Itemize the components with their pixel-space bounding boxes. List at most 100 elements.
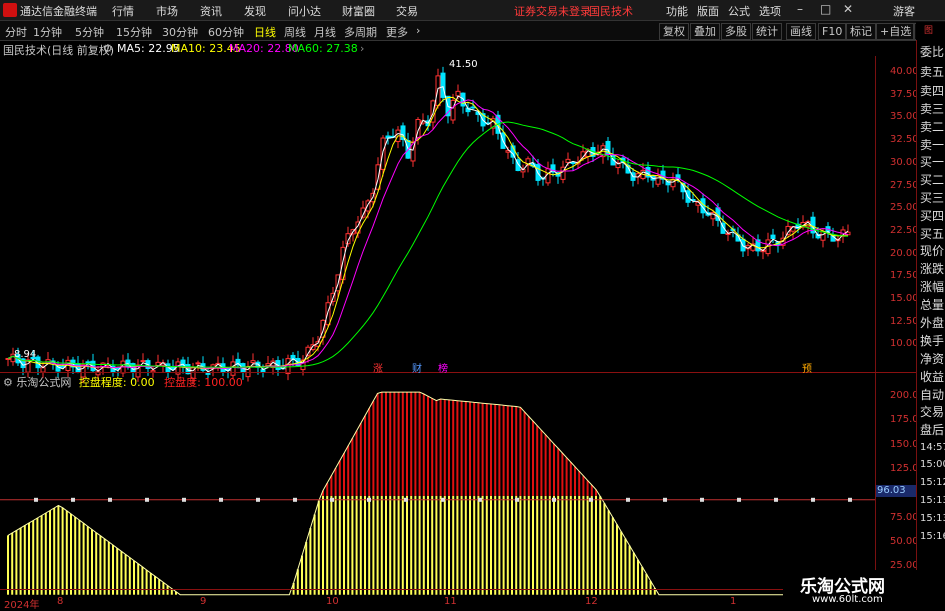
period-weekly[interactable]: 周线 [284,24,306,40]
adjust-button[interactable]: 复权 [659,23,689,40]
minimize-icon[interactable]: – [797,2,803,16]
mark-button[interactable]: 标记 [846,23,876,40]
quote-panel: 委比 卖五 卖四 卖三 卖二 卖一 买一 买二 买三 买四 买五 现价 涨跌 涨幅 总量 外盘 换手 净资 收益 自动… [916,40,945,600]
quote-panel-label: 15:13 [920,513,945,524]
menu-item-layout[interactable]: 版面 [697,3,719,19]
current-stock-name: 国民技术 [589,5,633,18]
period-intraday[interactable]: 分时 [5,24,27,40]
login-warning[interactable]: 证券交易未登录 [514,3,591,19]
draw-button[interactable]: 画线 [786,23,816,40]
menu-bar: 通达信金融终端 行情 市场 资讯 发现 问小达 财富圈 交易 证券交易未登录 国… [0,0,945,21]
quote-panel-label: 外盘 [920,316,945,330]
ma20-line [7,99,849,370]
quote-panel-label: 买四 [920,209,945,223]
quote-panel-label: 卖四 [920,84,945,98]
quote-panel-label: 买一 [920,155,945,169]
event-marker-limitup[interactable]: 涨 [373,360,383,375]
settings-gear-icon[interactable]: ⚙ [103,42,113,55]
date-tick-label: 8 [57,596,64,607]
overlay-button[interactable]: 叠加 [690,23,720,40]
period-60min[interactable]: 60分钟 [208,24,244,40]
candle-body [55,364,61,372]
reference-dot [330,497,334,502]
period-daily[interactable]: 日线 [254,24,276,40]
reference-dot [404,497,408,502]
menu-item-discover[interactable]: 发现 [244,3,266,19]
control-pct-label: 控盘度: 100.00 [164,376,243,389]
period-1min[interactable]: 1分钟 [33,24,62,40]
reference-dot [700,497,704,502]
price-tick-label: 17.50 [890,270,919,282]
menu-item-formula[interactable]: 公式 [728,3,750,19]
quote-panel-label: 委比 [920,45,945,59]
f10-button[interactable]: F10 [818,23,847,40]
menu-item-options[interactable]: 选项 [759,3,781,19]
event-marker-ranking[interactable]: 榜 [438,360,448,375]
period-more[interactable]: 更多 [386,24,408,40]
reference-dot [478,497,482,502]
add-watchlist-button[interactable]: +自选 [876,23,916,40]
period-multi[interactable]: 多周期 [344,24,377,40]
candle-body [450,99,456,121]
period-5min[interactable]: 5分钟 [75,24,104,40]
guest-label[interactable]: 游客 [893,3,915,19]
period-more-chevron-icon[interactable]: › [416,24,420,37]
quote-panel-label[interactable]: 盘后 [920,423,944,437]
quote-panel-label[interactable]: 自动 [920,388,944,402]
quote-panel-label: 总量 [920,298,945,312]
stats-button[interactable]: 统计 [752,23,782,40]
menu-item-ask[interactable]: 问小达 [288,3,321,19]
reference-dot [552,497,556,502]
pane-separator [0,372,916,373]
period-monthly[interactable]: 月线 [314,24,336,40]
menu-item-wealth[interactable]: 财富圈 [342,3,375,19]
menu-item-market[interactable]: 市场 [156,3,178,19]
reference-dot [367,497,371,502]
period-30min[interactable]: 30分钟 [162,24,198,40]
price-tick-label: 37.50 [890,88,919,100]
quote-panel-label: 14:57 [920,442,945,453]
quote-panel-label[interactable]: 交易 [920,405,944,419]
quote-panel-label: 买三 [920,191,945,205]
reference-dot [182,497,186,502]
price-tick-label: 20.00 [890,247,919,259]
quote-panel-label: 15:00 [920,459,945,470]
quote-panel-label: 换手 [920,334,945,348]
indicator-tick-label: 175.0 [890,414,919,426]
reference-dot [256,497,260,502]
app-logo-icon [3,3,17,17]
candle-body [195,362,201,365]
kline-chart[interactable] [0,56,876,596]
close-icon[interactable]: ✕ [843,2,853,16]
candle-body [565,158,571,163]
watermark-url: www.60lt.com [812,594,883,605]
quote-panel-label: 涨幅 [920,280,945,294]
menu-item-trade[interactable]: 交易 [396,3,418,19]
expand-icon[interactable]: › [360,42,364,55]
period-15min[interactable]: 15分钟 [116,24,152,40]
event-marker-finance[interactable]: 财 [412,360,422,375]
reference-dot [441,497,445,502]
multi-stock-button[interactable]: 多股 [721,23,751,40]
indicator-tick-label: 150.0 [890,438,919,450]
price-tick-label: 27.50 [890,179,919,191]
price-tick-label: 25.00 [890,202,919,214]
menu-item-function[interactable]: 功能 [666,3,688,19]
candle-body [455,90,461,97]
price-tick-label: 10.00 [890,338,919,350]
event-marker-forecast[interactable]: 预 [802,360,812,375]
date-tick-label: 10 [326,596,339,607]
ma60-label: MA60: 27.38 [288,42,358,55]
indicator-header: ⚙ 乐淘公式网 控盘程度: 0.00 控盘度: 100.00 [3,374,243,390]
quote-panel-label: 现价 [920,244,945,258]
panel-toggle-icon[interactable]: 图 [924,23,933,36]
reference-dot [663,497,667,502]
reference-dot [34,497,38,502]
menu-item-quotes[interactable]: 行情 [112,3,134,19]
maximize-icon[interactable]: □ [820,2,831,16]
reference-dot [626,497,630,502]
reference-dot [219,497,223,502]
indicator-gear-icon[interactable]: ⚙ [3,376,13,389]
menu-item-news[interactable]: 资讯 [200,3,222,19]
date-tick-label: 12 [585,596,598,607]
